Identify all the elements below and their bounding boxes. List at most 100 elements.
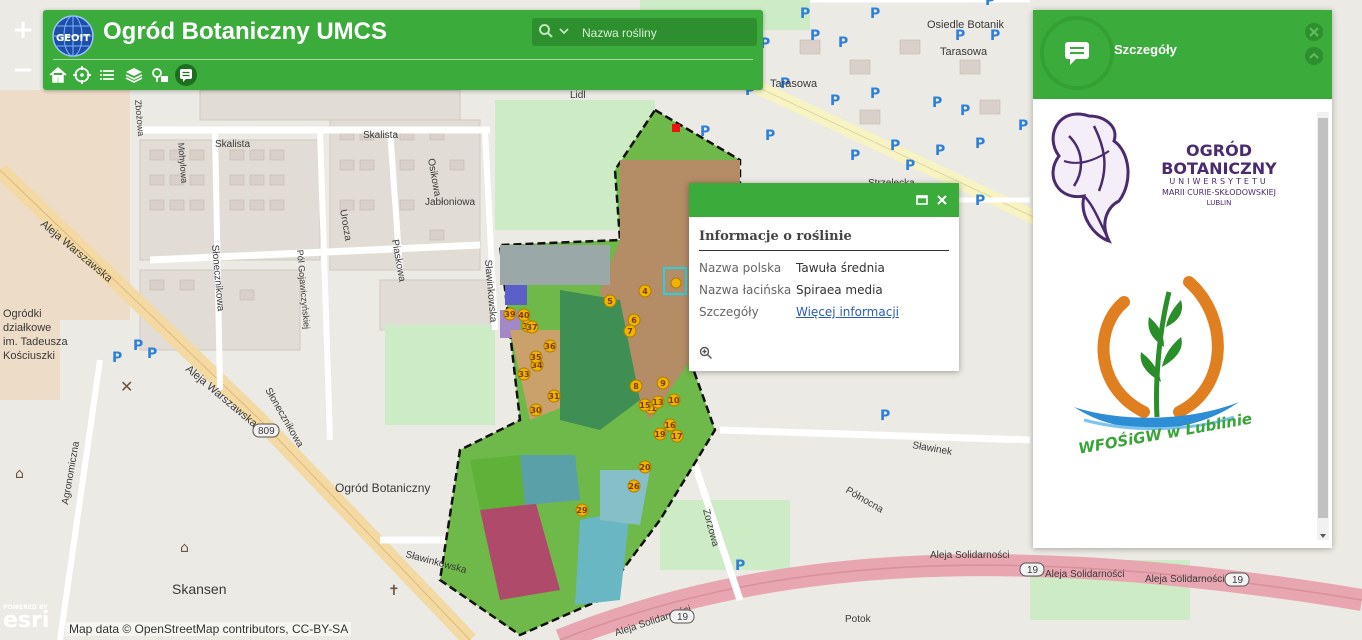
attr-value: Spiraea media (796, 283, 883, 297)
label-ogrodki: Ogródki (3, 308, 42, 320)
attr-label: Nazwa polska (699, 261, 782, 275)
more-info-link[interactable]: Więcej informacji (796, 305, 899, 319)
marker-label: 33 (518, 370, 529, 379)
plant-marker-4[interactable]: 4 (638, 284, 652, 298)
plant-marker-31[interactable]: 31 (547, 389, 561, 403)
marker-label: 37 (526, 323, 537, 332)
marker-label: 20 (639, 463, 651, 472)
plant-marker-10[interactable]: 10 (667, 393, 681, 407)
details-icon[interactable] (175, 64, 197, 86)
geoit-logo: GEOIT (52, 15, 94, 57)
panel-header: Szczegóły (1033, 10, 1332, 99)
svg-text:P: P (870, 6, 880, 22)
plant-marker-19[interactable]: 19 (653, 427, 667, 441)
road-shield-19-2: 19 (1232, 575, 1244, 586)
search-icon[interactable] (538, 23, 554, 39)
label-kosciuszki: Kościuszki (3, 350, 55, 362)
plant-marker-35[interactable]: 35 (529, 350, 543, 364)
label-im-tadeusza: im. Tadeusza (3, 336, 68, 348)
marker-label: 26 (628, 482, 640, 491)
road-shield-809: 809 (258, 426, 275, 437)
details-icon (1065, 42, 1089, 65)
plant-marker-17[interactable]: 17 (670, 429, 684, 443)
marker-label: 31 (548, 392, 560, 401)
plant-search[interactable] (532, 18, 757, 46)
ogb-line-4: MARII CURIE-SKŁODOWSKIEJ (1161, 188, 1277, 197)
marker-label: 13 (652, 398, 663, 407)
marker-label: 8 (633, 382, 639, 391)
popup-titlebar (689, 183, 959, 217)
home-icon[interactable] (47, 64, 69, 86)
svg-text:P: P (147, 346, 157, 362)
plant-marker-20[interactable]: 20 (638, 460, 652, 474)
table-row: Nazwa polska Tawuła średnia (699, 257, 899, 279)
plant-marker-40[interactable]: 40 (517, 308, 531, 322)
svg-text:P: P (935, 143, 945, 159)
svg-text:P: P (985, 0, 995, 9)
header-divider (53, 59, 753, 60)
chevron-down-icon[interactable] (557, 24, 571, 38)
marker-label: 39 (504, 310, 516, 319)
plant-marker-8[interactable]: 8 (629, 379, 643, 393)
svg-text:P: P (870, 86, 880, 102)
maximize-icon[interactable] (915, 193, 929, 207)
plant-marker-15[interactable]: 15 (638, 398, 652, 412)
svg-text:P: P (765, 128, 775, 144)
road-shield-19-3: 19 (677, 612, 689, 623)
zoom-in-button[interactable]: + (8, 16, 38, 46)
label-tarasowa-2: Tarasowa (770, 78, 818, 90)
svg-text:⌂: ⌂ (180, 540, 189, 556)
legend-icon[interactable] (149, 64, 171, 86)
svg-text:P: P (735, 558, 745, 574)
svg-text:P: P (880, 408, 890, 424)
marker-label: 36 (544, 342, 556, 351)
marker-label: 15 (639, 401, 651, 410)
search-input[interactable] (580, 21, 754, 45)
collapse-icon[interactable] (1304, 46, 1324, 66)
svg-text:P: P (905, 158, 915, 174)
svg-text:✕: ✕ (120, 377, 133, 396)
logo-text: GEOIT (56, 33, 90, 44)
label-potok: Potok (845, 614, 872, 625)
app-header: GEOIT Ogród Botaniczny UMCS (43, 10, 763, 90)
plant-marker-33[interactable]: 33 (517, 367, 531, 381)
plant-marker-16[interactable]: 16 (663, 418, 677, 432)
plant-marker-26[interactable]: 26 (627, 479, 641, 493)
label-aleja-solidarnosci-2: Aleja Solidarności (1045, 569, 1125, 580)
road-shield-19: 19 (1027, 565, 1039, 576)
marker-label: 29 (576, 506, 588, 515)
plant-marker-7[interactable]: 7 (623, 324, 637, 338)
zoom-out-button[interactable]: − (8, 56, 38, 86)
svg-text:⌂: ⌂ (15, 466, 24, 482)
marker-label: 35 (530, 353, 542, 362)
close-icon[interactable] (935, 193, 949, 207)
plant-marker-36[interactable]: 36 (543, 339, 557, 353)
zoom-to-icon[interactable] (699, 346, 713, 360)
plant-marker-13[interactable]: 13 (651, 395, 665, 409)
details-panel: Szczegóły OGRÓD BOTANICZNY UNIWERSYTETU … (1033, 10, 1332, 548)
plant-marker-30[interactable]: 30 (529, 403, 543, 417)
table-row: Nazwa łacińska Spiraea media (699, 279, 899, 301)
panel-badge (1040, 16, 1114, 90)
plant-info-popup: Informacje o roślinie Nazwa polska Tawuł… (689, 183, 959, 371)
plant-marker-5[interactable]: 5 (603, 294, 617, 308)
panel-scrollbar[interactable] (1317, 112, 1329, 540)
close-icon[interactable] (1304, 22, 1324, 42)
selected-plant-marker[interactable] (670, 277, 682, 289)
ogb-line-2: BOTANICZNY (1161, 159, 1277, 178)
ogb-line-1: OGRÓD (1186, 141, 1252, 160)
marker-label: 4 (642, 287, 648, 296)
list-icon[interactable] (97, 64, 119, 86)
layers-icon[interactable] (123, 64, 145, 86)
plant-marker-29[interactable]: 29 (575, 503, 589, 517)
plant-marker-9[interactable]: 9 (656, 376, 670, 390)
plant-marker-6[interactable]: 6 (627, 313, 641, 327)
ogb-line-5: LUBLIN (1206, 199, 1232, 207)
svg-text:P: P (133, 338, 143, 354)
svg-text:P: P (830, 93, 840, 109)
plant-marker-37[interactable]: 37 (525, 320, 539, 334)
entrance-marker (672, 124, 680, 132)
locate-icon[interactable] (71, 64, 93, 86)
plant-marker-39[interactable]: 39 (503, 307, 517, 321)
svg-text:P: P (112, 350, 122, 366)
